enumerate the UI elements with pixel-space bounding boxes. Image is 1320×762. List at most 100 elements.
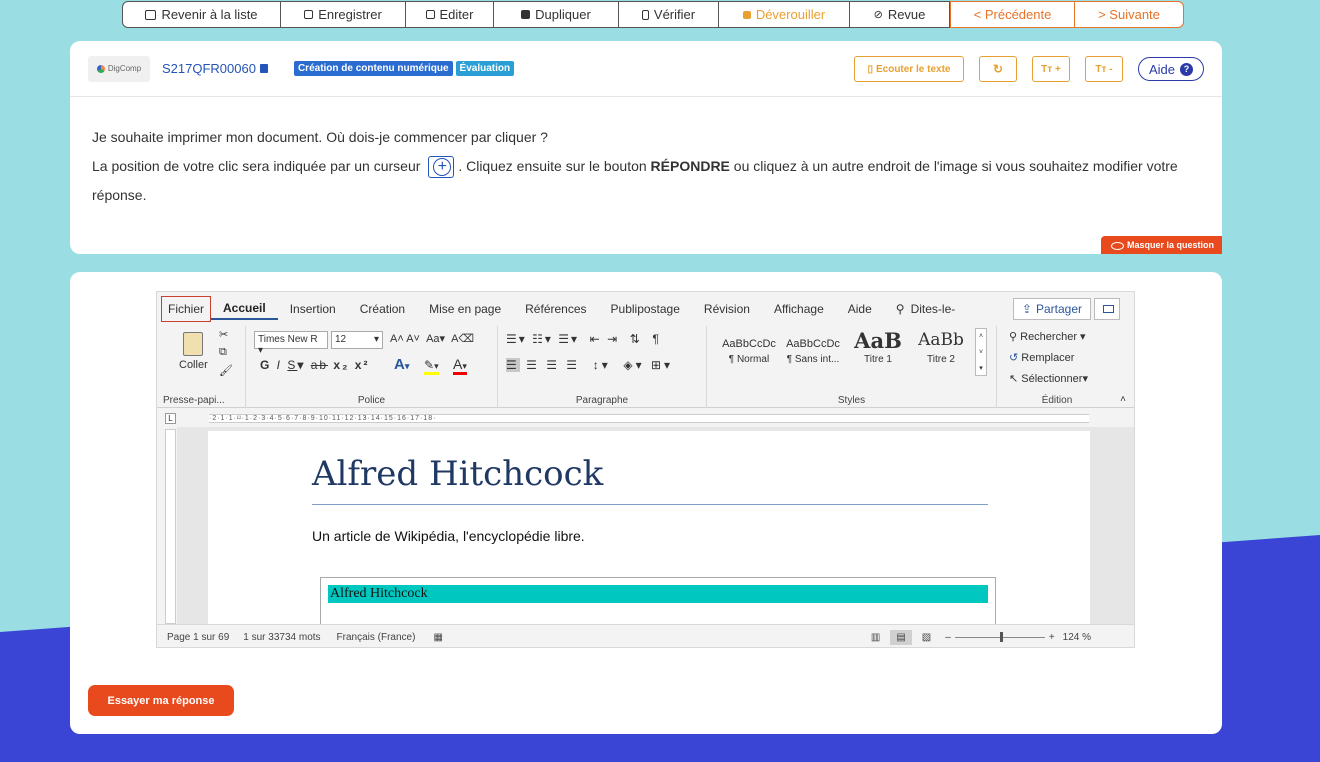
paste-icon[interactable] <box>183 332 203 356</box>
editing-group: ⚲ Rechercher ▾ ↺ Remplacer ↖ Sélectionne… <box>997 326 1117 408</box>
style-heading-2[interactable]: AaBb Titre 2 <box>911 330 971 365</box>
next-button[interactable]: > Suivante <box>1075 1 1184 28</box>
list-buttons[interactable]: ☰▾ ☷▾ ☰▾ ⇤ ⇥ ⇅ ¶ <box>506 332 661 346</box>
status-words[interactable]: 1 sur 33734 mots <box>243 632 320 643</box>
styles-scroll[interactable]: ˄ ˅ ▾ <box>975 328 987 376</box>
font-size-select[interactable]: 12 ▾ <box>331 331 383 349</box>
zoom-level[interactable]: 124 % <box>1063 632 1091 643</box>
paste-label[interactable]: Coller <box>179 359 208 371</box>
style-no-spacing[interactable]: AaBbCcDc ¶ Sans int... <box>783 334 843 365</box>
speaker-icon: ▯ <box>867 63 873 75</box>
styles-group-label: Styles <box>837 395 866 406</box>
find-button[interactable]: ⚲ Rechercher ▾ <box>1009 330 1086 343</box>
menu-insertion[interactable]: Insertion <box>278 296 348 322</box>
paragraph-group: ☰▾ ☷▾ ☰▾ ⇤ ⇥ ⇅ ¶ ☰ ☰ ☰ ☰ ↕▾ ◈▾ ⊞▾ Paragr… <box>498 326 707 408</box>
status-language[interactable]: Français (France) <box>337 632 416 643</box>
eye-slash-icon: ⊘ <box>873 9 883 21</box>
hide-question-button[interactable]: Masquer la question <box>1100 236 1222 254</box>
title-underline <box>312 504 988 505</box>
word-ribbon: Coller ✂ ⧉ 🖌 Presse-papi... Times New R … <box>157 326 1134 408</box>
font-color-icon[interactable]: A▾ <box>453 356 467 375</box>
font-name-select[interactable]: Times New R ▾ <box>254 331 328 356</box>
word-status-bar: Page 1 sur 69 1 sur 33734 mots Français … <box>157 624 1134 647</box>
share-icon: ⇪ <box>1021 302 1032 316</box>
share-button[interactable]: ⇪ Partager <box>1012 298 1091 320</box>
digcomp-logo: DigComp <box>88 55 150 82</box>
cut-icon[interactable]: ✂ <box>219 328 228 341</box>
reset-button[interactable]: ↻ <box>978 56 1017 82</box>
font-format-buttons[interactable]: G I S▾ ab x₂ x² <box>260 358 369 372</box>
menu-references[interactable]: Références <box>513 296 598 322</box>
previous-button[interactable]: < Précédente <box>950 1 1075 28</box>
format-painter-icon[interactable]: 🖌 <box>219 364 233 377</box>
question-line-1: Je souhaite imprimer mon document. Où do… <box>92 129 548 145</box>
font-size-controls[interactable]: A˄ A˅ Aa▾ A⌫ <box>390 332 474 345</box>
replace-icon: ↺ <box>1009 352 1022 364</box>
listen-button[interactable]: ▯ Ecouter le texte <box>853 56 964 82</box>
menu-revision[interactable]: Révision <box>692 296 762 322</box>
text-effects-icon[interactable]: A▾ <box>394 356 409 373</box>
menu-accueil[interactable]: Accueil <box>211 298 278 320</box>
document-title: Alfred Hitchcock <box>312 454 604 494</box>
help-button[interactable]: Aide? <box>1137 57 1204 81</box>
question-id[interactable]: S217QFR00060 <box>162 61 268 76</box>
word-menubar: Fichier Accueil Insertion Création Mise … <box>157 292 1134 326</box>
menu-aide[interactable]: Aide <box>836 296 884 322</box>
font-group-label: Police <box>357 395 386 406</box>
verify-button[interactable]: Vérifier <box>619 1 719 28</box>
accessibility-icon[interactable]: ▦ <box>433 632 442 643</box>
review-button[interactable]: ⊘ Revue <box>850 1 950 28</box>
document-area[interactable]: Alfred Hitchcock Un article de Wikipédia… <box>177 427 1134 637</box>
comment-icon[interactable] <box>1094 298 1120 320</box>
zoom-in-icon[interactable]: + <box>1049 632 1055 643</box>
top-toolbar: Revenir à la liste Enregistrer Editer Du… <box>122 1 1184 28</box>
menu-creation[interactable]: Création <box>348 296 417 322</box>
lock-icon <box>742 10 751 19</box>
select-button[interactable]: ↖ Sélectionner▾ <box>1009 372 1088 385</box>
clipboard-label: Presse-papi... <box>163 395 225 406</box>
font-decrease-button[interactable]: Tт - <box>1084 56 1123 82</box>
status-page[interactable]: Page 1 sur 69 <box>167 632 229 643</box>
menu-dites-le[interactable]: ⚲ Dites-le- <box>884 296 967 322</box>
style-heading-1[interactable]: AaB Titre 1 <box>847 328 909 365</box>
document-page[interactable]: Alfred Hitchcock Un article de Wikipédia… <box>208 431 1090 637</box>
menu-publipostage[interactable]: Publipostage <box>599 296 692 322</box>
edit-button[interactable]: Editer <box>406 1 494 28</box>
question-text: Je souhaite imprimer mon document. Où do… <box>70 97 1222 210</box>
question-tools: ▯ Ecouter le texte ↻ Tт + Tт - Aide? <box>853 56 1204 82</box>
zoom-slider[interactable] <box>954 631 1045 642</box>
copy-icon[interactable]: ⧉ <box>219 346 227 359</box>
highlight-icon[interactable]: ✎▾ <box>424 358 439 375</box>
save-button[interactable]: Enregistrer <box>281 1 406 28</box>
cursor-plus-icon <box>428 152 455 181</box>
save-icon <box>304 10 314 19</box>
read-mode-icon[interactable]: ▥ <box>871 632 880 643</box>
print-layout-icon[interactable]: ▤ <box>890 629 912 645</box>
collapse-ribbon-icon[interactable]: ˄ <box>1120 394 1126 405</box>
web-layout-icon[interactable]: ▧ <box>922 632 931 643</box>
menu-mise-en-page[interactable]: Mise en page <box>417 296 513 322</box>
tab-selector[interactable]: L <box>165 413 176 424</box>
clipboard-group: Coller ✂ ⧉ 🖌 Presse-papi... <box>157 326 246 408</box>
document-subtitle: Un article de Wikipédia, l'encyclopédie … <box>312 528 585 544</box>
menu-affichage[interactable]: Affichage <box>762 296 836 322</box>
edit-icon <box>425 10 435 19</box>
submit-answer-button[interactable]: Essayer ma réponse <box>88 685 234 716</box>
ruler-scale: ·2·1·1·⌑·1·2·3·4·5·6·7·8·9·10·11·12·13·1… <box>209 414 1089 423</box>
duplicate-button[interactable]: Dupliquer <box>494 1 619 28</box>
back-to-list-button[interactable]: Revenir à la liste <box>122 1 281 28</box>
word-screenshot[interactable]: Fichier Accueil Insertion Création Mise … <box>156 291 1135 648</box>
replace-button[interactable]: ↺ Remplacer <box>1009 351 1074 364</box>
editing-group-label: Édition <box>1041 395 1073 406</box>
menu-fichier[interactable]: Fichier <box>161 296 212 322</box>
copy-icon[interactable] <box>259 64 268 73</box>
horizontal-ruler: L ·2·1·1·⌑·1·2·3·4·5·6·7·8·9·10·11·12·13… <box>157 409 1134 427</box>
zoom-out-icon[interactable]: – <box>945 632 951 643</box>
align-buttons[interactable]: ☰ ☰ ☰ ☰ ↕▾ ◈▾ ⊞▾ <box>506 358 673 372</box>
logo-icon <box>96 64 105 73</box>
help-icon: ? <box>1180 62 1193 76</box>
style-normal[interactable]: AaBbCcDc ¶ Normal <box>719 334 779 365</box>
font-increase-button[interactable]: Tт + <box>1031 56 1070 82</box>
unlock-button[interactable]: Déverouiller <box>719 1 850 28</box>
question-line-2: La position de votre clic sera indiquée … <box>92 152 1200 210</box>
